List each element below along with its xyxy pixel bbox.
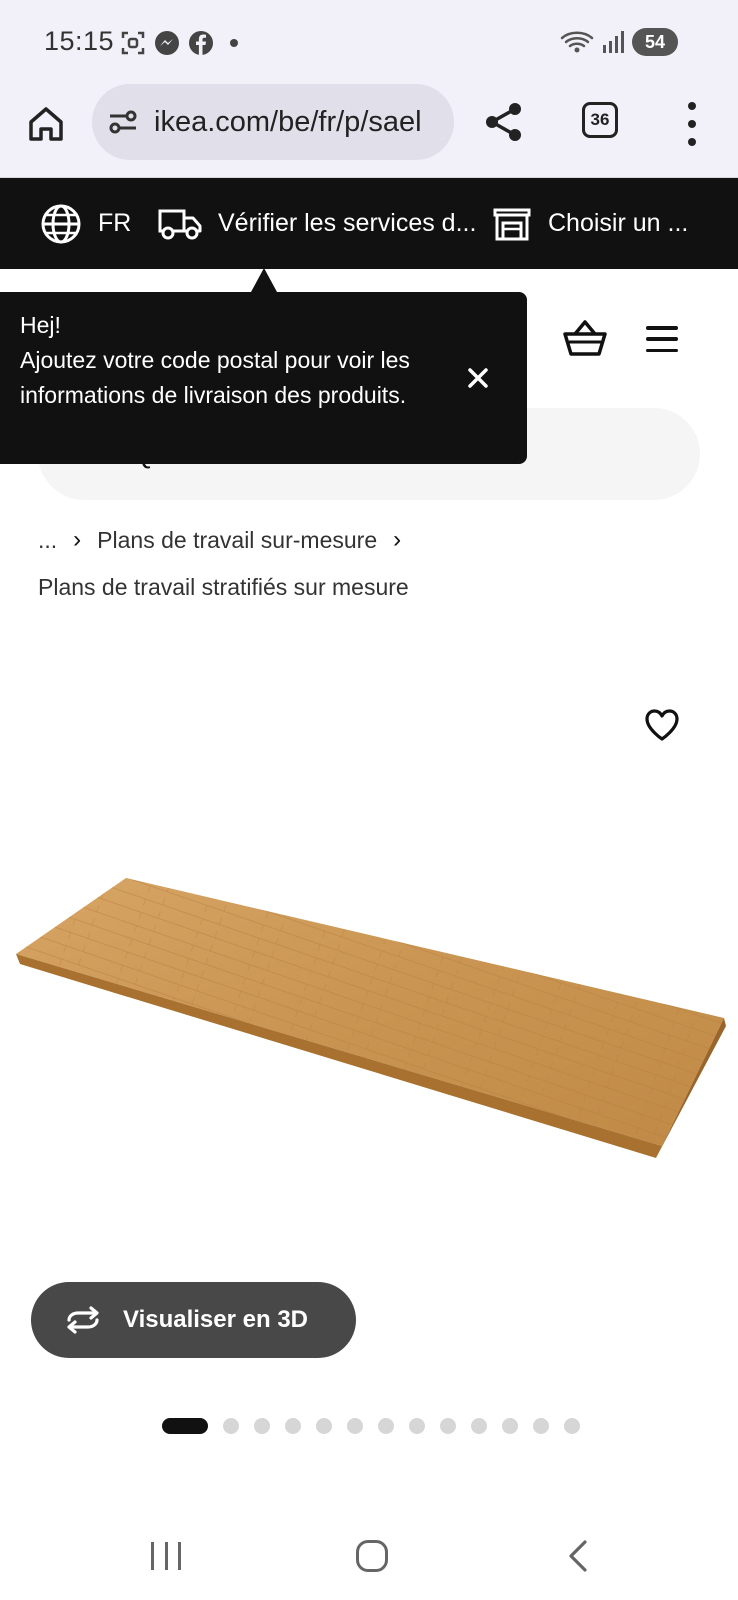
cart-icon[interactable] (563, 318, 607, 358)
carousel-dot[interactable] (471, 1418, 487, 1434)
store-icon (493, 208, 531, 240)
carousel-dot[interactable] (254, 1418, 270, 1434)
delivery-services-link[interactable]: Vérifier les services d... (158, 178, 476, 269)
tooltip-text: Hej! Ajoutez votre code postal pour voir… (20, 308, 420, 413)
rotate-3d-icon (67, 1306, 99, 1334)
carousel-dot[interactable] (316, 1418, 332, 1434)
ikea-top-bar: FR Vérifier les services d... Choisir un… (0, 178, 738, 269)
site-settings-icon[interactable] (106, 105, 140, 139)
postal-code-tooltip: Hej! Ajoutez votre code postal pour voir… (0, 292, 527, 464)
view-in-3d-button[interactable]: Visualiser en 3D (31, 1282, 356, 1358)
back-icon[interactable] (568, 1540, 588, 1572)
image-carousel-indicator (162, 1418, 580, 1434)
carousel-dot[interactable] (409, 1418, 425, 1434)
url-text: ikea.com/be/fr/p/sael (154, 105, 422, 138)
recent-apps-icon[interactable] (151, 1542, 181, 1570)
carousel-dot[interactable] (378, 1418, 394, 1434)
facebook-icon (189, 31, 213, 55)
delivery-label: Vérifier les services d... (218, 209, 477, 237)
breadcrumb-item-laminate-worktops[interactable]: Plans de travail stratifiés sur mesure (38, 574, 409, 601)
tooltip-greeting: Hej! (20, 312, 61, 338)
heart-icon[interactable] (644, 708, 680, 742)
system-navigation-bar (0, 1512, 738, 1600)
menu-icon[interactable] (646, 326, 678, 352)
carousel-dot[interactable] (223, 1418, 239, 1434)
carousel-dot[interactable] (347, 1418, 363, 1434)
language-label: FR (98, 209, 132, 237)
chevron-right-icon: › (73, 526, 82, 553)
chevron-right-icon: › (393, 526, 402, 553)
system-icons: 54 (560, 28, 678, 56)
close-icon[interactable] (466, 366, 490, 390)
store-selector-link[interactable]: Choisir un ... (492, 178, 688, 269)
home-icon[interactable] (26, 104, 66, 144)
status-bar: 15:15 54 (0, 0, 738, 84)
status-time: 15:15 (44, 26, 115, 56)
signal-icon (603, 31, 624, 53)
notification-icons (120, 30, 238, 56)
screenshot-icon (121, 31, 145, 55)
carousel-dot[interactable] (440, 1418, 456, 1434)
breadcrumb: ... › Plans de travail sur-mesure › (38, 526, 417, 554)
more-options-icon[interactable] (682, 102, 702, 146)
carousel-dot[interactable] (564, 1418, 580, 1434)
messenger-icon (155, 31, 179, 55)
globe-icon (41, 204, 81, 243)
breadcrumb-ellipsis[interactable]: ... (38, 527, 57, 554)
breadcrumb-item-custom-worktops[interactable]: Plans de travail sur-mesure (97, 527, 377, 554)
carousel-dot[interactable] (533, 1418, 549, 1434)
share-icon[interactable] (482, 100, 526, 144)
carousel-dot-active[interactable] (162, 1418, 208, 1434)
address-bar[interactable]: ikea.com/be/fr/p/sael (92, 84, 454, 160)
carousel-dot[interactable] (502, 1418, 518, 1434)
wifi-icon (560, 31, 594, 53)
tab-switcher-button[interactable]: 36 (582, 102, 618, 138)
browser-toolbar: ikea.com/be/fr/p/sael 36 (0, 84, 738, 178)
tooltip-message: Ajoutez votre code postal pour voir les … (20, 347, 410, 408)
truck-icon (158, 209, 202, 239)
home-button-icon[interactable] (356, 1540, 388, 1572)
tooltip-arrow (251, 268, 277, 292)
battery-indicator: 54 (632, 28, 678, 56)
language-selector[interactable]: FR (40, 178, 131, 269)
store-label: Choisir un ... (548, 209, 689, 237)
more-notifications-icon (230, 39, 238, 47)
carousel-dot[interactable] (285, 1418, 301, 1434)
view-in-3d-label: Visualiser en 3D (123, 1306, 308, 1333)
product-image-worktop[interactable] (14, 876, 726, 1166)
